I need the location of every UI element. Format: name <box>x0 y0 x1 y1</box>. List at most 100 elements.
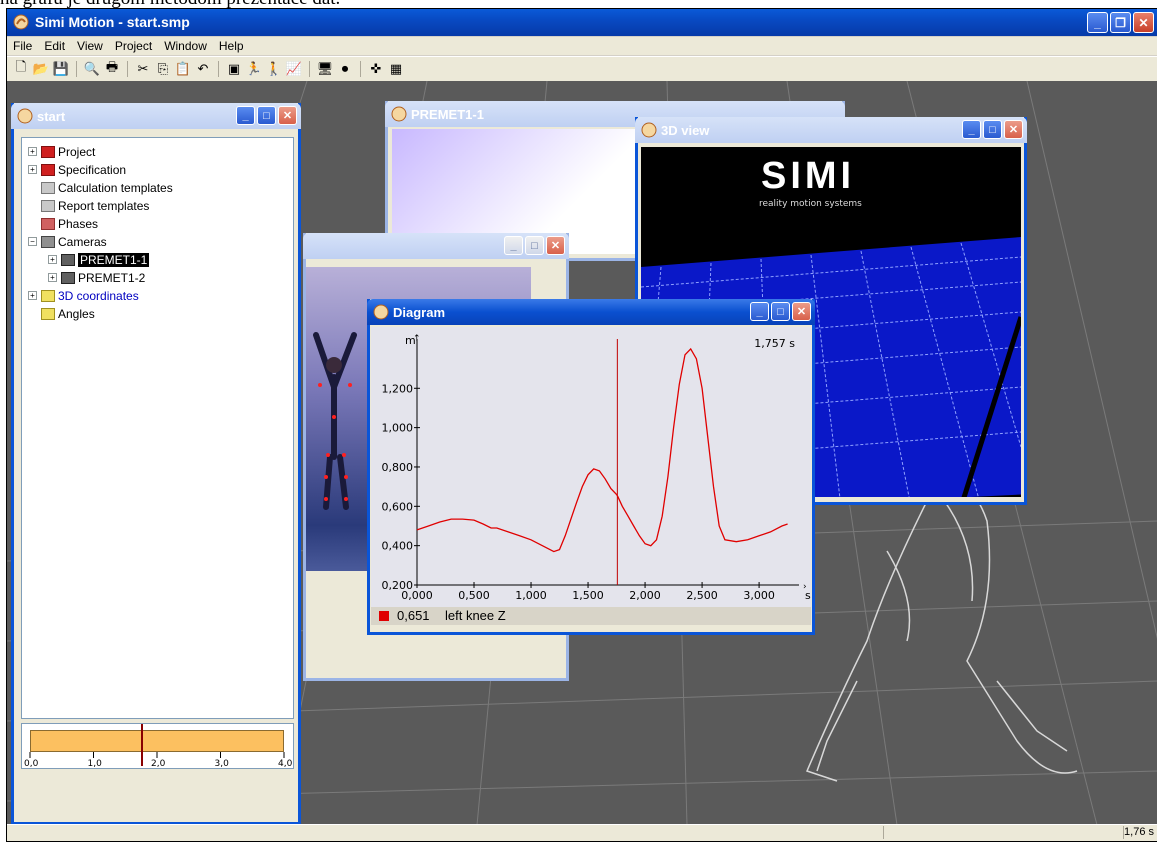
record-icon[interactable]: ⏺ <box>337 61 353 77</box>
save-icon[interactable]: 💾 <box>53 61 69 77</box>
timeline-tick-label: 2,0 <box>151 759 166 768</box>
tree-expander-icon[interactable]: + <box>48 255 57 264</box>
skeleton-icon[interactable]: ✜ <box>368 61 384 77</box>
diagram-chart[interactable]: ›↑0,000 0,500 1,000 1,500 2,000 2,500 3,0000,2… <box>371 327 811 607</box>
video-maximize-button[interactable]: □ <box>525 236 544 255</box>
tree-item[interactable]: + PREMET1-2 <box>48 269 145 286</box>
view3d-close-button[interactable]: ✕ <box>1004 120 1023 139</box>
open-icon[interactable]: 📂 <box>33 61 49 77</box>
menu-view[interactable]: View <box>71 37 109 55</box>
chart-icon[interactable]: 📈 <box>286 61 302 77</box>
view3d-window-titlebar[interactable]: 3D view _ □ ✕ <box>635 117 1027 143</box>
minimize-button[interactable]: _ <box>1087 12 1108 33</box>
app-title: Simi Motion - start.smp <box>35 14 190 30</box>
status-time: 1,76 s <box>1124 826 1154 838</box>
menu-help[interactable]: Help <box>213 37 250 55</box>
menu-edit[interactable]: Edit <box>38 37 71 55</box>
tree-item[interactable]: Calculation templates <box>28 179 173 196</box>
simi-window-icon <box>17 108 33 124</box>
tree-item-label: Calculation templates <box>58 180 173 195</box>
tree-expander-icon[interactable]: + <box>28 165 37 174</box>
walking-figure-icon[interactable]: 🚶 <box>266 61 282 77</box>
monitor-icon[interactable]: 🖥 <box>317 61 334 77</box>
video-close-button[interactable]: ✕ <box>546 236 565 255</box>
toolbar: 🗋 📂 💾 🔍 🖶 ✂ ⎘ 📋 ↶ ▣ 🏃 🚶 📈 🖥 ⏺ ✜ ▦ <box>7 56 1157 82</box>
tree-expander-icon[interactable]: + <box>28 291 37 300</box>
red-book-icon <box>41 145 55 158</box>
tree-expander-icon[interactable]: + <box>48 273 57 282</box>
x-tick-label: 1,500 <box>572 589 604 602</box>
tree-item-label: Angles <box>58 306 95 321</box>
start-close-button[interactable]: ✕ <box>278 106 297 125</box>
timeline-tick-label: 4,0 <box>278 759 293 768</box>
menu-project[interactable]: Project <box>109 37 158 55</box>
timeline-tick-label: 3,0 <box>215 759 230 768</box>
toolbar-separator <box>127 61 128 77</box>
tree-item[interactable]: Phases <box>28 215 98 232</box>
stick-figure-icon[interactable]: 🏃 <box>246 61 262 77</box>
yellow-folder-icon <box>41 289 55 302</box>
paste-icon[interactable]: 📋 <box>175 61 191 77</box>
tree-item-label: PREMET1-2 <box>78 270 146 285</box>
gray-folder-icon <box>41 181 55 194</box>
copy-icon[interactable]: ⎘ <box>155 61 171 77</box>
close-button[interactable]: ✕ <box>1133 12 1154 33</box>
y-tick-label: 0,800 <box>382 461 414 474</box>
menu-file[interactable]: File <box>7 37 38 55</box>
tree-item[interactable]: + Project <box>28 143 95 160</box>
tree-item[interactable]: Report templates <box>28 197 149 214</box>
restore-button[interactable]: ❐ <box>1110 12 1131 33</box>
view3d-maximize-button[interactable]: □ <box>983 120 1002 139</box>
undo-icon[interactable]: ↶ <box>195 61 211 77</box>
menu-window[interactable]: Window <box>158 37 213 55</box>
print-preview-icon[interactable]: 🔍 <box>84 61 100 77</box>
red-folder-icon <box>41 217 55 230</box>
print-icon[interactable]: 🖶 <box>104 60 120 77</box>
tree-item[interactable]: + PREMET1-1 <box>48 251 150 268</box>
table-icon[interactable]: ▦ <box>388 61 404 77</box>
tree-item[interactable]: +3D coordinates <box>28 287 139 304</box>
diagram-window-titlebar[interactable]: Diagram _ □ ✕ <box>367 299 815 325</box>
start-window: start _ □ ✕ + Project + Specification Calcul… <box>11 103 301 825</box>
tree-item-label: PREMET1-1 <box>78 252 150 267</box>
x-tick-label: 2,500 <box>686 589 718 602</box>
simi-window-icon <box>641 122 657 138</box>
timeline-tick-label: 0,0 <box>24 759 39 768</box>
y-tick-label: 1,200 <box>382 382 414 395</box>
new-icon[interactable]: 🗋 <box>13 60 29 77</box>
camera-view-icon[interactable]: ▣ <box>226 61 242 77</box>
app-titlebar[interactable]: Simi Motion - start.smp _ ❐ ✕ <box>7 9 1157 36</box>
tree-item-label: 3D coordinates <box>58 288 139 303</box>
tree-item[interactable]: − Cameras <box>28 233 107 250</box>
tree-item[interactable]: + Specification <box>28 161 126 178</box>
diagram-maximize-button[interactable]: □ <box>771 302 790 321</box>
tree-expander-icon[interactable]: + <box>28 147 37 156</box>
workspace: start _ □ ✕ + Project + Specification Calcul… <box>7 81 1157 825</box>
start-window-titlebar[interactable]: start _ □ ✕ <box>11 103 301 129</box>
video-window-titlebar[interactable]: _ □ ✕ <box>303 233 569 259</box>
tree-item-label: Phases <box>58 216 99 231</box>
timeline-ruler: 0,0 1,0 2,0 3,0 4,0 <box>24 752 293 768</box>
tree-item[interactable]: Angles <box>28 305 95 322</box>
legend-swatch <box>379 611 389 621</box>
video-minimize-button[interactable]: _ <box>504 236 523 255</box>
x-tick-label: 1,000 <box>515 589 547 602</box>
view3d-window-title: 3D view <box>661 123 710 138</box>
cut-icon[interactable]: ✂ <box>135 61 151 77</box>
timeline[interactable]: 0,0 1,0 2,0 3,0 4,0 <box>21 723 294 769</box>
start-minimize-button[interactable]: _ <box>236 106 255 125</box>
simi-window-icon <box>391 106 407 122</box>
timeline-tick-label: 1,0 <box>88 759 103 768</box>
tree-item-label: Report templates <box>58 198 150 213</box>
red-book-icon <box>41 163 55 176</box>
start-maximize-button[interactable]: □ <box>257 106 276 125</box>
camera-icon <box>61 271 75 284</box>
menu-bar: File Edit View Project Window Help <box>7 37 1157 55</box>
project-tree[interactable]: + Project + Specification Calculation templa… <box>21 137 294 719</box>
diagram-close-button[interactable]: ✕ <box>792 302 811 321</box>
tree-expander-icon[interactable]: − <box>28 237 37 246</box>
diagram-minimize-button[interactable]: _ <box>750 302 769 321</box>
legend-name: left knee Z <box>445 608 506 623</box>
view3d-minimize-button[interactable]: _ <box>962 120 981 139</box>
simi-motion-window: Simi Motion - start.smp _ ❐ ✕ File Edit … <box>6 8 1157 842</box>
